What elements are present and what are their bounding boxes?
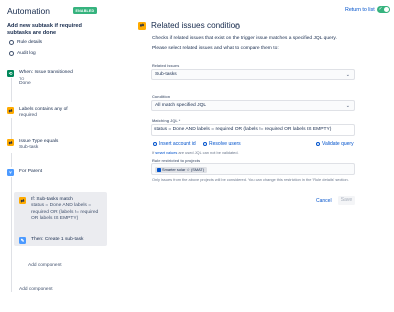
clock-icon bbox=[9, 51, 14, 56]
branch-label: For Parent bbox=[19, 169, 43, 174]
connector-line bbox=[11, 118, 12, 140]
action-icon: ✎ bbox=[19, 237, 26, 244]
validate-query-link[interactable]: Validate query bbox=[316, 141, 354, 147]
related-issues-value: Sub-tasks bbox=[155, 72, 177, 77]
projects-restriction-note: Only issues from the above projects will… bbox=[152, 177, 349, 182]
if-condition-line: required OR (labels != required bbox=[31, 209, 99, 215]
connector-line bbox=[11, 177, 12, 292]
rule-enabled-toggle[interactable]: ✓ bbox=[377, 6, 390, 13]
condition-icon: ⇄ bbox=[138, 22, 146, 30]
page-title: Automation bbox=[7, 6, 50, 16]
audit-log-link[interactable]: Audit log bbox=[9, 51, 36, 56]
trigger-label: When: Issue transitioned bbox=[19, 70, 73, 75]
if-condition-line: OR labels IS EMPTY) bbox=[31, 215, 79, 221]
smart-values-link[interactable]: smart values bbox=[155, 150, 177, 155]
rule-details-label: Rule details bbox=[17, 40, 43, 45]
add-component-branch-link[interactable]: Add component bbox=[28, 263, 62, 268]
project-chip: Smarter solar ☆ (SMAT) bbox=[155, 166, 207, 173]
trigger-value: Done bbox=[19, 81, 31, 87]
trigger-icon: ⟲ bbox=[7, 70, 14, 77]
project-chip-label: Smarter solar ☆ (SMAT) bbox=[162, 166, 205, 172]
projects-field: Smarter solar ☆ (SMAT) bbox=[151, 163, 355, 175]
panel-description: Checks if related issues that exist on t… bbox=[152, 36, 337, 41]
action-step[interactable]: ✎ Then: Create 1 sub-task bbox=[19, 237, 83, 244]
validate-query-label: Validate query bbox=[322, 141, 354, 147]
user-icon bbox=[153, 142, 157, 146]
save-button[interactable]: Save bbox=[338, 196, 355, 205]
related-issues-label: Related issues bbox=[152, 63, 180, 68]
connector-line bbox=[11, 153, 12, 167]
condition-step-labels[interactable]: ⇄ Labels contains any of required bbox=[7, 107, 68, 120]
toggle-knob bbox=[384, 7, 389, 12]
info-icon bbox=[9, 40, 14, 45]
status-badge: ENABLED bbox=[73, 7, 97, 14]
search-icon bbox=[316, 142, 320, 146]
rule-details-link[interactable]: Rule details bbox=[9, 40, 42, 45]
smart-values-note: If smart values are used JQL can not be … bbox=[152, 150, 239, 155]
condition-icon: ⇄ bbox=[19, 197, 26, 204]
user-icon bbox=[203, 142, 207, 146]
condition-value: All match specified JQL bbox=[155, 103, 207, 108]
add-component-link[interactable]: Add component bbox=[19, 287, 53, 292]
condition-step-issue-type[interactable]: ⇄ Issue Type equals Sub-task bbox=[7, 139, 58, 152]
if-condition-line: status = Done AND labels = bbox=[31, 203, 92, 209]
action-label: Then: Create 1 sub-task bbox=[31, 237, 84, 242]
branch-step[interactable]: ⑂ For Parent bbox=[7, 169, 42, 176]
panel-title: Related issues condition bbox=[151, 21, 240, 30]
condition-icon: ⇄ bbox=[7, 139, 14, 146]
branch-icon: ⑂ bbox=[7, 169, 14, 176]
matching-jql-input[interactable]: status = Done AND labels = required OR (… bbox=[151, 124, 355, 136]
matching-jql-label: Matching JQL * bbox=[152, 118, 181, 123]
info-icon[interactable] bbox=[235, 24, 240, 29]
return-to-list-link[interactable]: Return to list bbox=[345, 7, 375, 13]
audit-log-label: Audit log bbox=[17, 51, 36, 56]
insert-account-id-label: Insert account id bbox=[159, 141, 196, 147]
condition-icon: ⇄ bbox=[7, 107, 14, 114]
condition-select[interactable]: All match specified JQL ⌄ bbox=[151, 100, 355, 111]
panel-instruction: Please select related issues and what to… bbox=[152, 46, 279, 51]
resolve-users-link[interactable]: Resolve users bbox=[203, 141, 241, 147]
trigger-step[interactable]: ⟲ When: Issue transitioned TO Done bbox=[7, 70, 73, 88]
rule-name: Add new subtask if required subtasks are… bbox=[7, 23, 82, 36]
condition-value: required bbox=[19, 113, 37, 119]
chevron-down-icon: ⌄ bbox=[345, 103, 350, 109]
related-issues-select[interactable]: Sub-tasks ⌄ bbox=[151, 69, 355, 80]
insert-account-id-link[interactable]: Insert account id bbox=[153, 141, 196, 147]
if-condition-step[interactable]: ⇄ If: Sub-tasks match status = Done AND … bbox=[19, 197, 98, 222]
condition-label: Condition bbox=[152, 94, 171, 99]
resolve-users-label: Resolve users bbox=[209, 141, 241, 147]
chevron-down-icon: ⌄ bbox=[345, 72, 350, 78]
condition-value: Sub-task bbox=[19, 145, 39, 151]
project-avatar bbox=[156, 167, 161, 172]
check-icon: ✓ bbox=[378, 6, 383, 12]
cancel-button[interactable]: Cancel bbox=[316, 198, 332, 204]
